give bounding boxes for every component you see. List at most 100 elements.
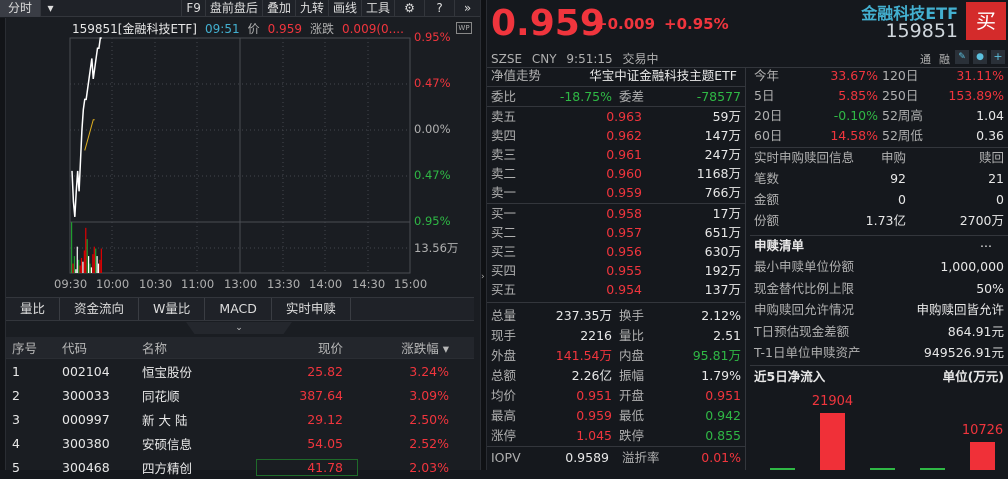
volume-bar: [100, 248, 102, 273]
perf-value: 5.85%: [838, 88, 878, 103]
add-icon[interactable]: +: [991, 50, 1005, 64]
stat-value: 2.26亿: [571, 368, 612, 383]
col-name[interactable]: 名称: [137, 338, 257, 357]
ask-volume: 59万: [712, 109, 741, 124]
list-title: 申赎清单: [754, 238, 805, 253]
y-right-tick: 0.95%: [414, 30, 451, 44]
tab-4[interactable]: MACD: [205, 298, 272, 320]
table-row[interactable]: 2 300033 同花顺 387.64 3.09%: [6, 383, 474, 407]
volume-bar: [97, 263, 100, 273]
col-code[interactable]: 代码: [57, 338, 137, 357]
tab-1[interactable]: 量比: [6, 298, 61, 320]
x-tick: 14:30: [352, 277, 386, 291]
row-change-pct: 2.50%: [409, 411, 449, 427]
bid-price: 0.958: [606, 206, 642, 221]
volume-bar: [72, 263, 74, 273]
row-price: 41.78: [256, 458, 358, 476]
table-row[interactable]: 3 000997 新 大 陆 29.12 2.50%: [6, 407, 474, 431]
stat-value: 141.54万: [555, 348, 612, 363]
bid-level-label: 买三: [491, 244, 517, 259]
indicator-tabs: 量比 资金流向 W量比 MACD 实时申赎: [6, 297, 474, 321]
stat-value: 0.951: [705, 388, 741, 403]
list-row-value: 949526.91元: [923, 345, 1004, 361]
ask-price: 0.963: [606, 109, 642, 124]
list-row-value: 1,000,000: [940, 259, 1004, 274]
tab-5[interactable]: 实时申赎: [272, 298, 351, 320]
perf-value: 1.04: [976, 108, 1004, 123]
list-row-label: T日预估现金差额: [754, 323, 850, 339]
subred-row-label: 份额: [754, 213, 780, 228]
iopv-value: 0.9589: [565, 450, 609, 465]
inflow-bar-label: 10726: [961, 423, 1004, 439]
x-tick: 09:30: [54, 277, 88, 291]
row-price: 54.05: [307, 435, 343, 451]
bid-price: 0.954: [606, 282, 642, 297]
table-row[interactable]: 5 300468 四方精创 41.78 2.03%: [6, 455, 474, 479]
intraday-chart: [69, 37, 411, 274]
divider-line: [487, 446, 745, 447]
premium-value: 0.01%: [701, 450, 741, 465]
edit-icon[interactable]: ✎: [955, 50, 969, 64]
perf-value: 31.11%: [956, 68, 1004, 83]
col-change-pct[interactable]: 涨跌幅 ▾: [357, 338, 457, 357]
volume-bar: [71, 222, 73, 273]
divider-line: [487, 302, 745, 303]
volume-bar: [96, 256, 98, 273]
row-code: 300380: [62, 435, 110, 451]
nav-label: 净值走势: [491, 68, 542, 83]
stat-value: 2.12%: [701, 308, 741, 323]
bell-icon[interactable]: ●: [973, 50, 987, 64]
row-index: 1: [12, 363, 20, 379]
stat-value: 95.81万: [692, 348, 741, 363]
collapse-chevron-icon[interactable]: ⌄: [186, 322, 292, 334]
volume-bar: [85, 227, 87, 273]
quote-time: 9:51:15: [566, 52, 613, 66]
bid-price: 0.956: [606, 244, 642, 259]
x-tick: 13:00: [224, 277, 258, 291]
tab-2[interactable]: 资金流向: [60, 298, 140, 320]
subred-row-label: 金额: [754, 192, 780, 207]
last-price: 0.959: [491, 3, 605, 44]
y-right-tick: 0.95%: [414, 214, 451, 228]
ask-level-label: 卖一: [491, 185, 517, 200]
x-tick: 15:00: [394, 277, 428, 291]
stat-value: 0.942: [705, 408, 741, 423]
trade-status: 交易中: [622, 52, 659, 66]
ask-price: 0.960: [606, 166, 642, 181]
subred-row-label: 笔数: [754, 171, 780, 186]
avg-price-line: [84, 119, 95, 151]
ask-price: 0.961: [606, 147, 642, 162]
tab-3[interactable]: W量比: [139, 298, 206, 320]
row-name: 新 大 陆: [142, 412, 188, 428]
list-more-button[interactable]: ...: [980, 233, 992, 253]
row-code: 300033: [62, 387, 110, 403]
list-row-value: 50%: [976, 280, 1004, 296]
weidiff-value: -78577: [696, 89, 741, 104]
row-index: 4: [12, 435, 20, 451]
volume-bar: [79, 265, 81, 273]
buy-button[interactable]: 买: [966, 2, 1006, 40]
flag-rong: 融: [939, 53, 950, 66]
col-price[interactable]: 现价: [257, 338, 357, 357]
flow-title: 近5日净流入: [754, 369, 826, 384]
col-index[interactable]: 序号: [6, 338, 57, 357]
x-tick: 13:30: [267, 277, 301, 291]
ask-volume: 147万: [704, 128, 741, 143]
inflow-bar-5: [970, 442, 995, 470]
table-row[interactable]: 4 300380 安硕信息 54.05 2.52%: [6, 431, 474, 455]
inflow-bar-label: 21904: [811, 394, 854, 409]
row-change-pct: 3.09%: [409, 387, 449, 403]
row-change-pct: 2.52%: [409, 435, 449, 451]
x-tick: 10:00: [96, 277, 130, 291]
row-price: 387.64: [299, 387, 343, 403]
divider-line: [745, 67, 746, 470]
bid-volume: 17万: [712, 206, 741, 221]
y-right-tick: 0.47%: [414, 76, 451, 90]
volume-bar: [76, 246, 78, 273]
panel-splitter[interactable]: ›: [480, 0, 487, 470]
perf-value: 33.67%: [830, 68, 878, 83]
inflow-bar-2: [820, 413, 845, 470]
subred-col-sub: 申购: [880, 150, 906, 165]
row-code: 300468: [62, 459, 110, 475]
table-row[interactable]: 1 002104 恒宝股份 25.82 3.24%: [6, 359, 474, 383]
